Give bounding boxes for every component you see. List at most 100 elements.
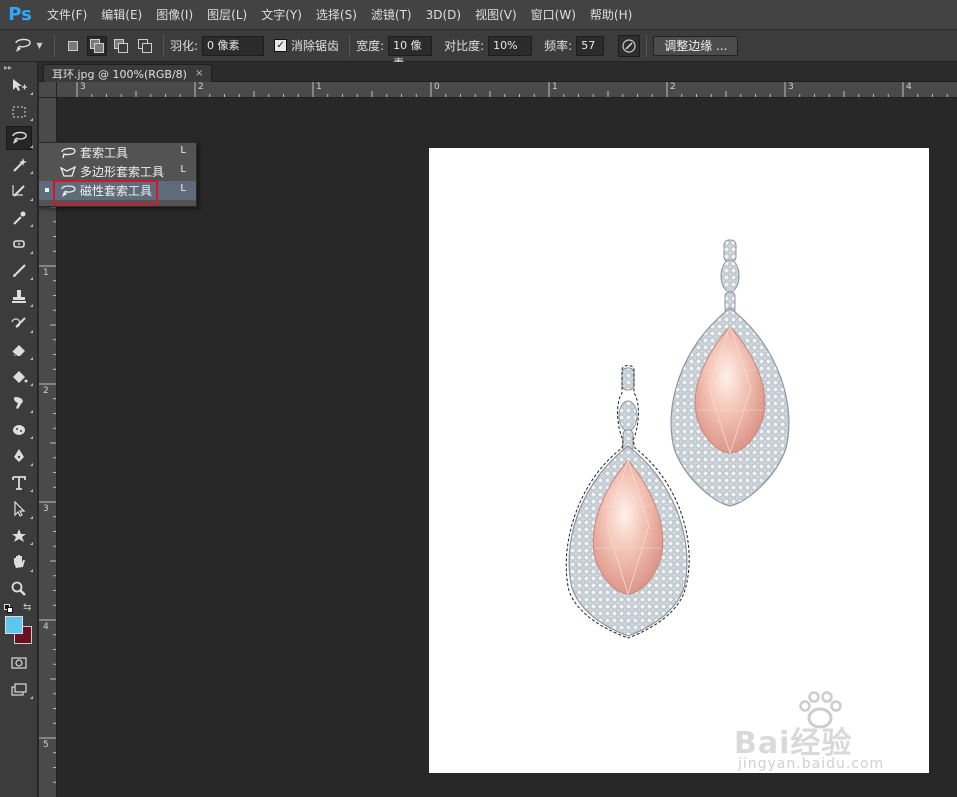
flyout-item-polygonal-lasso[interactable]: 多边形套索工具 L — [39, 162, 196, 181]
flyout-item-label: 套索工具 — [80, 146, 129, 160]
menu-help[interactable]: 帮助(H) — [583, 0, 639, 30]
flyout-item-magnetic-lasso[interactable]: 磁性套索工具 L — [39, 181, 196, 200]
ruler-label: 5 — [43, 740, 49, 750]
baidu-watermark: Bai经验 jingyan.baidu.com — [730, 690, 920, 780]
sponge-icon — [13, 424, 25, 435]
shape-tool[interactable] — [0, 523, 38, 550]
path-selection-tool[interactable] — [0, 496, 38, 523]
swap-colors-icon[interactable]: ⇆ — [23, 602, 31, 613]
magnetic-lasso-icon — [59, 184, 77, 198]
stamp-icon — [12, 290, 26, 304]
lasso-tool[interactable] — [0, 125, 38, 152]
brush-tool[interactable] — [0, 258, 38, 285]
polygonal-lasso-icon — [59, 165, 77, 179]
refine-edge-button[interactable]: 调整边缘 ... — [653, 35, 739, 56]
eyedropper-tool[interactable] — [0, 205, 38, 232]
ruler-label: 2 — [198, 82, 204, 92]
eraser-tool[interactable] — [0, 337, 38, 364]
horizontal-ruler[interactable]: 3 2 1 0 1 2 3 4 — [57, 82, 957, 98]
left-earring — [565, 365, 690, 639]
contrast-label: 对比度: — [444, 39, 485, 53]
blur-tool[interactable] — [0, 390, 38, 417]
ruler-label: 3 — [43, 504, 49, 514]
lasso-icon — [59, 146, 77, 160]
flyout-item-shortcut: L — [180, 145, 186, 156]
flyout-item-label: 多边形套索工具 — [80, 165, 165, 179]
paint-bucket-tool[interactable] — [0, 364, 38, 391]
width-input[interactable]: 10 像素 — [388, 35, 433, 70]
menu-file[interactable]: 文件(F) — [40, 0, 94, 30]
ruler-label: 1 — [43, 268, 49, 278]
close-icon[interactable]: × — [195, 68, 203, 79]
options-bar: ▼ 羽化: 0 像素 ✓ 消除锯齿 宽度: 10 像素 对比度: 10% 频率:… — [0, 30, 957, 70]
horizontal-ruler-ticks — [76, 82, 948, 97]
type-icon — [12, 475, 26, 490]
document-tab[interactable]: 耳环.jpg @ 100%(RGB/8) × — [43, 64, 213, 82]
app-logo[interactable]: Ps — [0, 4, 40, 25]
flyout-item-lasso[interactable]: 套索工具 L — [39, 143, 196, 162]
marquee-tool[interactable] — [0, 99, 38, 126]
type-tool[interactable] — [0, 470, 38, 497]
crop-tool[interactable] — [0, 178, 38, 205]
pen-tool[interactable] — [0, 443, 38, 470]
antialias-checkbox[interactable]: ✓ — [274, 39, 288, 52]
smudge-icon — [14, 397, 23, 410]
document-tab-title: 耳环.jpg @ 100%(RGB/8) — [52, 67, 187, 81]
feather-input[interactable]: 0 像素 — [202, 35, 265, 56]
ruler-label: 3 — [80, 82, 86, 92]
menu-layer[interactable]: 图层(L) — [200, 0, 254, 30]
menu-select[interactable]: 选择(S) — [309, 0, 364, 30]
ruler-origin[interactable] — [39, 82, 57, 98]
new-selection-button[interactable] — [63, 36, 83, 56]
zoom-tool[interactable] — [0, 576, 38, 603]
crop-icon — [12, 185, 25, 197]
menu-view[interactable]: 视图(V) — [468, 0, 524, 30]
ruler-label: 4 — [906, 82, 912, 92]
quick-mask-button[interactable] — [0, 650, 38, 677]
menu-3d[interactable]: 3D(D) — [419, 0, 468, 30]
zoom-icon — [11, 581, 26, 596]
panel-collapse-grip[interactable]: ▸▸ — [0, 62, 37, 72]
ruler-label: 0 — [434, 82, 440, 92]
hand-tool[interactable] — [0, 549, 38, 576]
add-to-selection-button[interactable] — [87, 35, 107, 56]
flyout-item-shortcut: L — [180, 164, 186, 175]
color-swatches: ⇆ — [0, 602, 38, 650]
move-icon — [13, 79, 27, 92]
hand-icon — [14, 555, 25, 569]
pen-pressure-icon — [622, 38, 636, 53]
bandage-icon — [13, 240, 25, 249]
foreground-color-swatch[interactable] — [5, 616, 23, 634]
default-colors-icon[interactable] — [4, 604, 13, 613]
pen-icon — [14, 449, 24, 463]
earrings-image — [565, 239, 790, 639]
contrast-input[interactable]: 10% — [488, 35, 533, 56]
flyout-item-shortcut: L — [180, 183, 186, 194]
eraser-icon — [11, 345, 25, 357]
frequency-input[interactable]: 57 — [576, 35, 605, 56]
menu-image[interactable]: 图像(I) — [149, 0, 200, 30]
clone-stamp-tool[interactable] — [0, 284, 38, 311]
width-label: 宽度: — [356, 39, 385, 53]
menu-filter[interactable]: 滤镜(T) — [364, 0, 419, 30]
menu-edit[interactable]: 编辑(E) — [94, 0, 149, 30]
dodge-tool[interactable] — [0, 417, 38, 444]
intersect-selection-button[interactable] — [135, 36, 155, 56]
separator — [54, 34, 55, 57]
rectangular-marquee-icon — [12, 106, 26, 118]
menu-type[interactable]: 文字(Y) — [254, 0, 309, 30]
menu-window[interactable]: 窗口(W) — [524, 0, 583, 30]
menu-bar: Ps 文件(F) 编辑(E) 图像(I) 图层(L) 文字(Y) 选择(S) 滤… — [0, 0, 957, 30]
subtract-from-selection-button[interactable] — [111, 36, 131, 56]
ruler-label: 2 — [670, 82, 676, 92]
history-brush-tool[interactable] — [0, 311, 38, 338]
brush-icon — [13, 264, 26, 277]
screen-mode-button[interactable] — [0, 677, 38, 704]
tablet-pressure-button[interactable] — [618, 34, 641, 57]
move-tool[interactable] — [0, 72, 38, 99]
quick-selection-tool[interactable] — [0, 152, 38, 179]
magnetic-lasso-icon — [15, 38, 32, 52]
document-canvas[interactable] — [429, 148, 929, 773]
healing-brush-tool[interactable] — [0, 231, 38, 258]
tool-preset-picker[interactable]: ▼ — [8, 37, 48, 55]
